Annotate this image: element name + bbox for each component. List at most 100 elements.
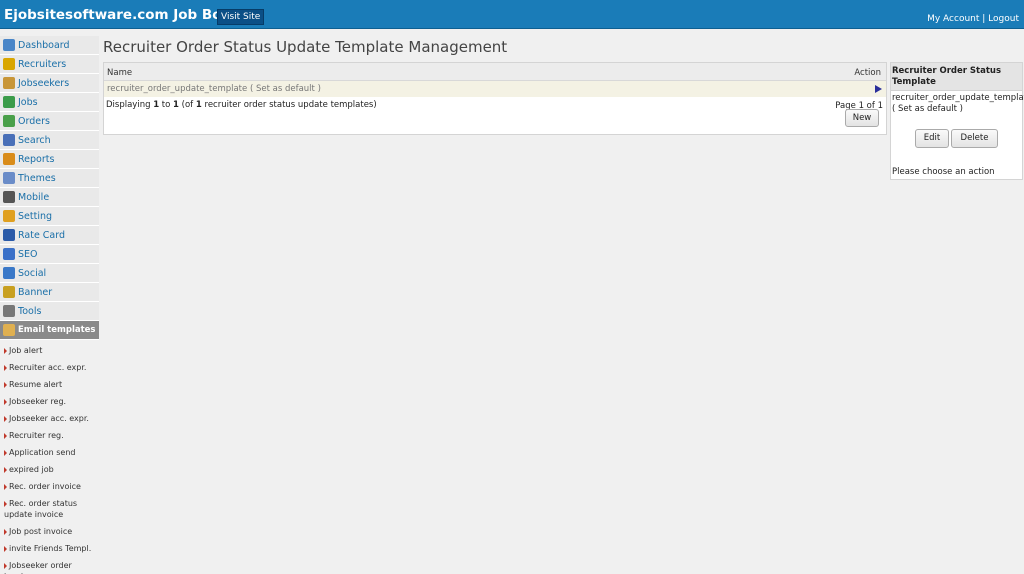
submenu-item-recruiter-reg[interactable]: Recruiter reg. bbox=[0, 427, 99, 444]
sidebar-nav: Dashboard Recruiters Jobseekers Jobs Orders S… bbox=[0, 36, 99, 340]
submenu-item-expired-job[interactable]: expired job bbox=[0, 461, 99, 478]
grid-footer: Displaying 1 to 1 (of 1 recruiter order … bbox=[104, 97, 886, 133]
display-summary: Displaying 1 to 1 (of 1 recruiter order … bbox=[106, 100, 377, 110]
rate-card-icon bbox=[3, 229, 15, 241]
page-title: Recruiter Order Status Update Template M… bbox=[103, 38, 508, 56]
submenu-item-jobseeker-order-invoice[interactable]: Jobseeker order invoice bbox=[0, 557, 99, 574]
sidebar-item-label: Tools bbox=[18, 305, 42, 317]
site-brand: Ejobsitesoftware.com Job Board bbox=[4, 7, 247, 23]
sidebar-item-seo[interactable]: SEO bbox=[0, 245, 99, 264]
setting-icon bbox=[3, 210, 15, 222]
search-icon bbox=[3, 134, 15, 146]
bullet-arrow-icon bbox=[4, 432, 7, 439]
sidebar-item-social[interactable]: Social bbox=[0, 264, 99, 283]
top-bar: Ejobsitesoftware.com Job Board Visit Sit… bbox=[0, 0, 1024, 29]
sidebar-item-banner[interactable]: Banner bbox=[0, 283, 99, 302]
tools-icon bbox=[3, 305, 15, 317]
panel-template-name: recruiter_order_update_template ( Set as… bbox=[892, 93, 1024, 114]
submenu-item-label: Recruiter acc. expr. bbox=[9, 363, 87, 372]
row-action-arrow-icon[interactable] bbox=[875, 85, 882, 93]
submenu-item-label: expired job bbox=[9, 465, 54, 474]
orders-icon bbox=[3, 115, 15, 127]
bullet-arrow-icon bbox=[4, 545, 7, 552]
submenu-item-job-alert[interactable]: Job alert bbox=[0, 342, 99, 359]
visit-site-button[interactable]: Visit Site bbox=[217, 9, 265, 25]
submenu-item-application-send[interactable]: Application send bbox=[0, 444, 99, 461]
bullet-arrow-icon bbox=[4, 500, 7, 507]
jobs-icon bbox=[3, 96, 15, 108]
sidebar-item-label: Themes bbox=[18, 172, 56, 184]
submenu-item-label: invite Friends Templ. bbox=[9, 544, 92, 553]
sidebar-item-dashboard[interactable]: Dashboard bbox=[0, 36, 99, 55]
submenu-item-invite-friends-templ[interactable]: invite Friends Templ. bbox=[0, 540, 99, 557]
submenu-item-label: Jobseeker order invoice bbox=[4, 561, 72, 574]
sidebar-item-label: Rate Card bbox=[18, 229, 66, 241]
submenu-item-jobseeker-reg[interactable]: Jobseeker reg. bbox=[0, 393, 99, 410]
submenu-item-label: Job alert bbox=[9, 346, 43, 355]
social-icon bbox=[3, 267, 15, 279]
sidebar-item-label: Jobs bbox=[18, 96, 38, 108]
sidebar-item-label: Email templates bbox=[18, 325, 96, 335]
edit-button[interactable]: Edit bbox=[915, 129, 949, 148]
sidebar-item-label: Banner bbox=[18, 286, 53, 298]
submenu-item-label: Job post invoice bbox=[9, 527, 73, 536]
sidebar-item-jobs[interactable]: Jobs bbox=[0, 93, 99, 112]
sidebar-item-reports[interactable]: Reports bbox=[0, 150, 99, 169]
action-panel: Recruiter Order Status Template recruite… bbox=[890, 62, 1024, 180]
sidebar-item-setting[interactable]: Setting bbox=[0, 207, 99, 226]
sidebar-item-jobseekers[interactable]: Jobseekers bbox=[0, 74, 99, 93]
bullet-arrow-icon bbox=[4, 398, 7, 405]
sidebar-item-label: Search bbox=[18, 134, 51, 146]
row-template-name[interactable]: recruiter_order_update_template ( Set as… bbox=[107, 84, 321, 94]
sidebar-item-themes[interactable]: Themes bbox=[0, 169, 99, 188]
submenu-item-jobseeker-acc-expr[interactable]: Jobseeker acc. expr. bbox=[0, 410, 99, 427]
bullet-arrow-icon bbox=[4, 347, 7, 354]
submenu-item-resume-alert[interactable]: Resume alert bbox=[0, 376, 99, 393]
sidebar-item-rate-card[interactable]: Rate Card bbox=[0, 226, 99, 245]
sidebar-item-label: Reports bbox=[18, 153, 55, 165]
sidebar-item-email-templates[interactable]: Email templates bbox=[0, 321, 99, 340]
link-separator: | bbox=[979, 14, 989, 24]
my-account-link[interactable]: My Account bbox=[927, 14, 979, 24]
delete-button[interactable]: Delete bbox=[951, 129, 998, 148]
summary-suffix: recruiter order status update templates) bbox=[201, 100, 377, 110]
bullet-arrow-icon bbox=[4, 364, 7, 371]
column-header-name[interactable]: Name bbox=[107, 68, 132, 78]
summary-of-prefix: (of bbox=[178, 100, 196, 110]
submenu-item-rec-order-status-update-invoice[interactable]: Rec. order status update invoice bbox=[0, 495, 99, 523]
submenu-item-job-post-invoice[interactable]: Job post invoice bbox=[0, 523, 99, 540]
grid-header: Name Action bbox=[104, 63, 886, 81]
home-icon bbox=[3, 39, 15, 51]
submenu-item-recruiter-acc-expr[interactable]: Recruiter acc. expr. bbox=[0, 359, 99, 376]
panel-title: Recruiter Order Status Template bbox=[891, 63, 1022, 91]
submenu-item-rec-order-invoice[interactable]: Rec. order invoice bbox=[0, 478, 99, 495]
submenu-item-label: Recruiter reg. bbox=[9, 431, 64, 440]
bullet-arrow-icon bbox=[4, 449, 7, 456]
submenu-item-label: Application send bbox=[9, 448, 76, 457]
sidebar: Dashboard Recruiters Jobseekers Jobs Orders S… bbox=[0, 36, 99, 574]
logout-link[interactable]: Logout bbox=[988, 14, 1019, 24]
submenu-item-label: Resume alert bbox=[9, 380, 63, 389]
new-button[interactable]: New bbox=[845, 109, 879, 127]
email-templates-icon bbox=[3, 324, 15, 336]
bullet-arrow-icon bbox=[4, 483, 7, 490]
email-templates-submenu: Job alert Recruiter acc. expr. Resume aler… bbox=[0, 340, 99, 574]
sidebar-item-label: Recruiters bbox=[18, 58, 67, 70]
sidebar-item-label: Dashboard bbox=[18, 39, 70, 51]
reports-icon bbox=[3, 153, 15, 165]
bullet-arrow-icon bbox=[4, 415, 7, 422]
sidebar-item-label: Setting bbox=[18, 210, 53, 222]
sidebar-item-mobile[interactable]: Mobile bbox=[0, 188, 99, 207]
mobile-icon bbox=[3, 191, 15, 203]
summary-to-word: to bbox=[159, 100, 174, 110]
sidebar-item-recruiters[interactable]: Recruiters bbox=[0, 55, 99, 74]
table-row[interactable]: recruiter_order_update_template ( Set as… bbox=[104, 81, 886, 97]
sidebar-item-tools[interactable]: Tools bbox=[0, 302, 99, 321]
jobseekers-icon bbox=[3, 77, 15, 89]
submenu-item-label: Rec. order invoice bbox=[9, 482, 81, 491]
sidebar-item-search[interactable]: Search bbox=[0, 131, 99, 150]
sidebar-item-label: SEO bbox=[18, 248, 38, 260]
banner-icon bbox=[3, 286, 15, 298]
seo-icon bbox=[3, 248, 15, 260]
sidebar-item-orders[interactable]: Orders bbox=[0, 112, 99, 131]
